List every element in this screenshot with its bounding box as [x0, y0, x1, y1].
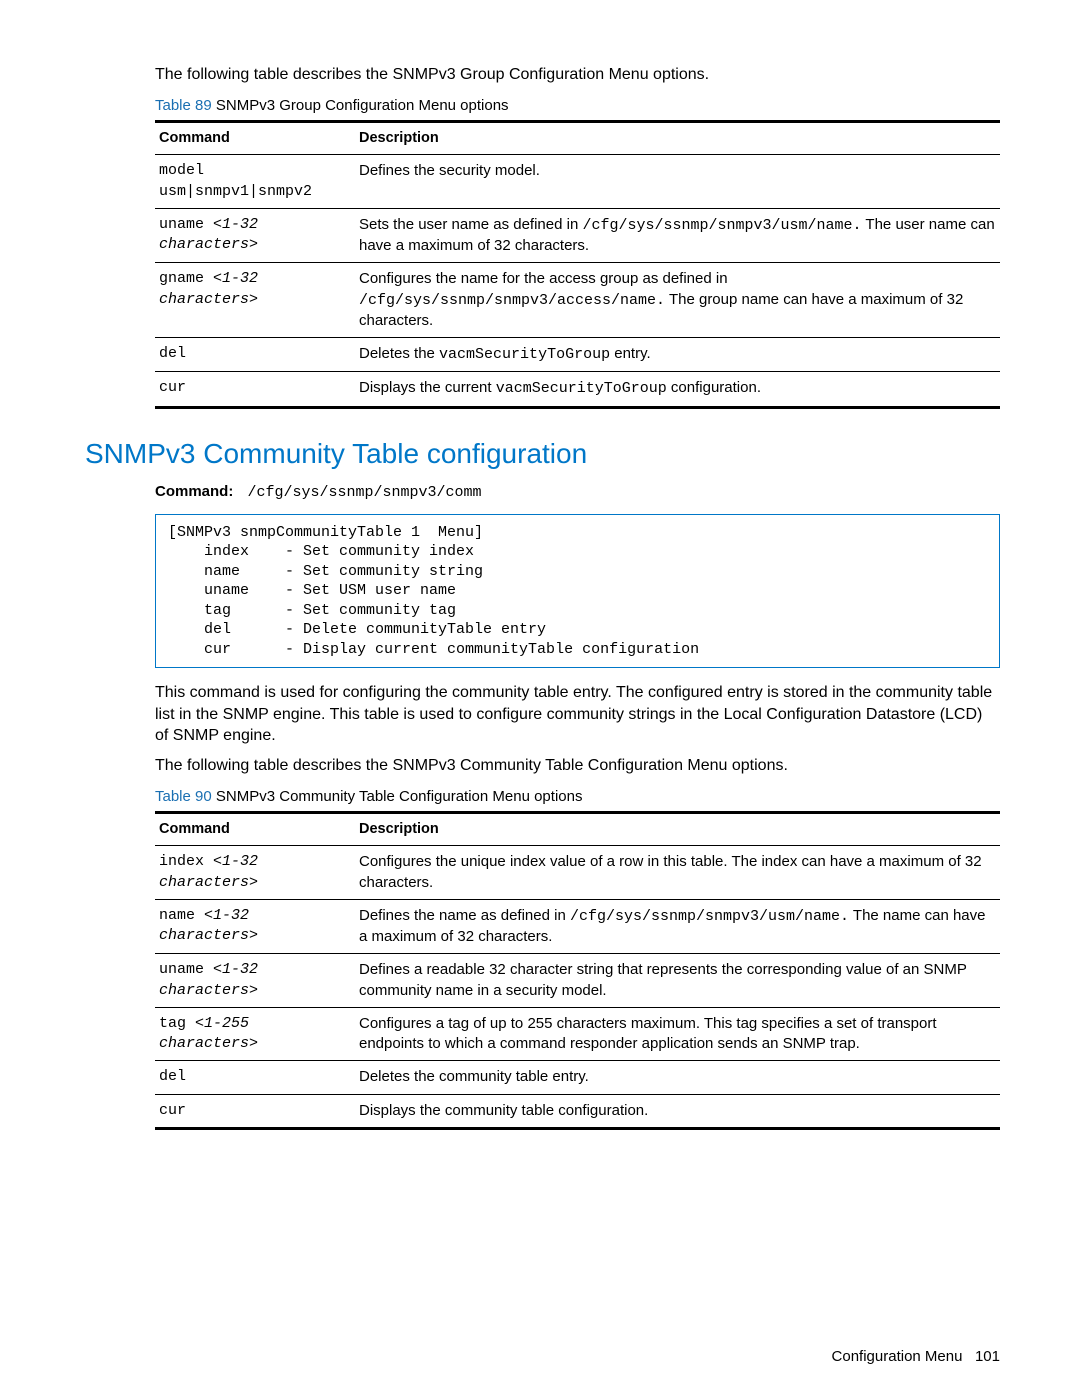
table90-command-cell: index <1-32 characters>: [155, 846, 355, 900]
table90-description-cell: Displays the community table configurati…: [355, 1094, 1000, 1128]
description-paragraph-1: This command is used for configuring the…: [155, 682, 1000, 747]
table90-description-cell: Defines the name as defined in /cfg/sys/…: [355, 899, 1000, 954]
table89-description-cell: Sets the user name as defined in /cfg/sy…: [355, 208, 1000, 263]
table-row: name <1-32 characters>Defines the name a…: [155, 899, 1000, 954]
page-footer: Configuration Menu 101: [832, 1347, 1000, 1367]
table89-command-cell: cur: [155, 372, 355, 407]
footer-page-number: 101: [975, 1348, 1000, 1365]
table89-command-cell: uname <1-32 characters>: [155, 208, 355, 263]
command-label: Command:: [155, 483, 233, 500]
table-row: uname <1-32 characters>Sets the user nam…: [155, 208, 1000, 263]
table90-title: SNMPv3 Community Table Configuration Men…: [212, 788, 583, 805]
table89-description-cell: Configures the name for the access group…: [355, 263, 1000, 338]
table90-command-cell: cur: [155, 1094, 355, 1128]
table90-command-cell: tag <1-255 characters>: [155, 1007, 355, 1061]
command-line: Command: /cfg/sys/ssnmp/snmpv3/comm: [155, 482, 1000, 503]
table90-header-description: Description: [355, 812, 1000, 846]
table-row: delDeletes the vacmSecurityToGroup entry…: [155, 338, 1000, 372]
table90-caption: Table 90 SNMPv3 Community Table Configur…: [155, 787, 1000, 807]
table89-header-command: Command: [155, 121, 355, 155]
table-row: curDisplays the current vacmSecurityToGr…: [155, 372, 1000, 407]
table89-command-cell: gname <1-32 characters>: [155, 263, 355, 338]
table-row: curDisplays the community table configur…: [155, 1094, 1000, 1128]
table-row: tag <1-255 characters>Configures a tag o…: [155, 1007, 1000, 1061]
table90-command-cell: del: [155, 1061, 355, 1094]
table90-description-cell: Deletes the community table entry.: [355, 1061, 1000, 1094]
table-row: model usm|snmpv1|snmpv2Defines the secur…: [155, 155, 1000, 209]
table90-description-cell: Configures the unique index value of a r…: [355, 846, 1000, 900]
table89-description-cell: Displays the current vacmSecurityToGroup…: [355, 372, 1000, 407]
table-row: uname <1-32 characters>Defines a readabl…: [155, 954, 1000, 1008]
table90-description-cell: Configures a tag of up to 255 characters…: [355, 1007, 1000, 1061]
table90-command-cell: name <1-32 characters>: [155, 899, 355, 954]
table90: Command Description index <1-32 characte…: [155, 811, 1000, 1130]
table90-description-cell: Defines a readable 32 character string t…: [355, 954, 1000, 1008]
section-heading: SNMPv3 Community Table configuration: [85, 435, 1000, 473]
intro-paragraph: The following table describes the SNMPv3…: [155, 64, 1000, 86]
table89-caption: Table 89 SNMPv3 Group Configuration Menu…: [155, 96, 1000, 116]
table90-command-cell: uname <1-32 characters>: [155, 954, 355, 1008]
table90-header-command: Command: [155, 812, 355, 846]
table89-command-cell: model usm|snmpv1|snmpv2: [155, 155, 355, 209]
footer-section: Configuration Menu: [832, 1348, 963, 1365]
table89-command-cell: del: [155, 338, 355, 372]
table89-header-description: Description: [355, 121, 1000, 155]
command-path: /cfg/sys/ssnmp/snmpv3/comm: [248, 484, 482, 501]
table89-title: SNMPv3 Group Configuration Menu options: [212, 97, 509, 114]
table89-description-cell: Deletes the vacmSecurityToGroup entry.: [355, 338, 1000, 372]
table89-label: Table 89: [155, 97, 212, 114]
table-row: index <1-32 characters>Configures the un…: [155, 846, 1000, 900]
table89-description-cell: Defines the security model.: [355, 155, 1000, 209]
code-box: [SNMPv3 snmpCommunityTable 1 Menu] index…: [155, 514, 1000, 669]
table90-label: Table 90: [155, 788, 212, 805]
document-page: The following table describes the SNMPv3…: [0, 0, 1080, 1397]
table-row: delDeletes the community table entry.: [155, 1061, 1000, 1094]
description-paragraph-2: The following table describes the SNMPv3…: [155, 755, 1000, 777]
table-row: gname <1-32 characters>Configures the na…: [155, 263, 1000, 338]
table89: Command Description model usm|snmpv1|snm…: [155, 120, 1000, 409]
